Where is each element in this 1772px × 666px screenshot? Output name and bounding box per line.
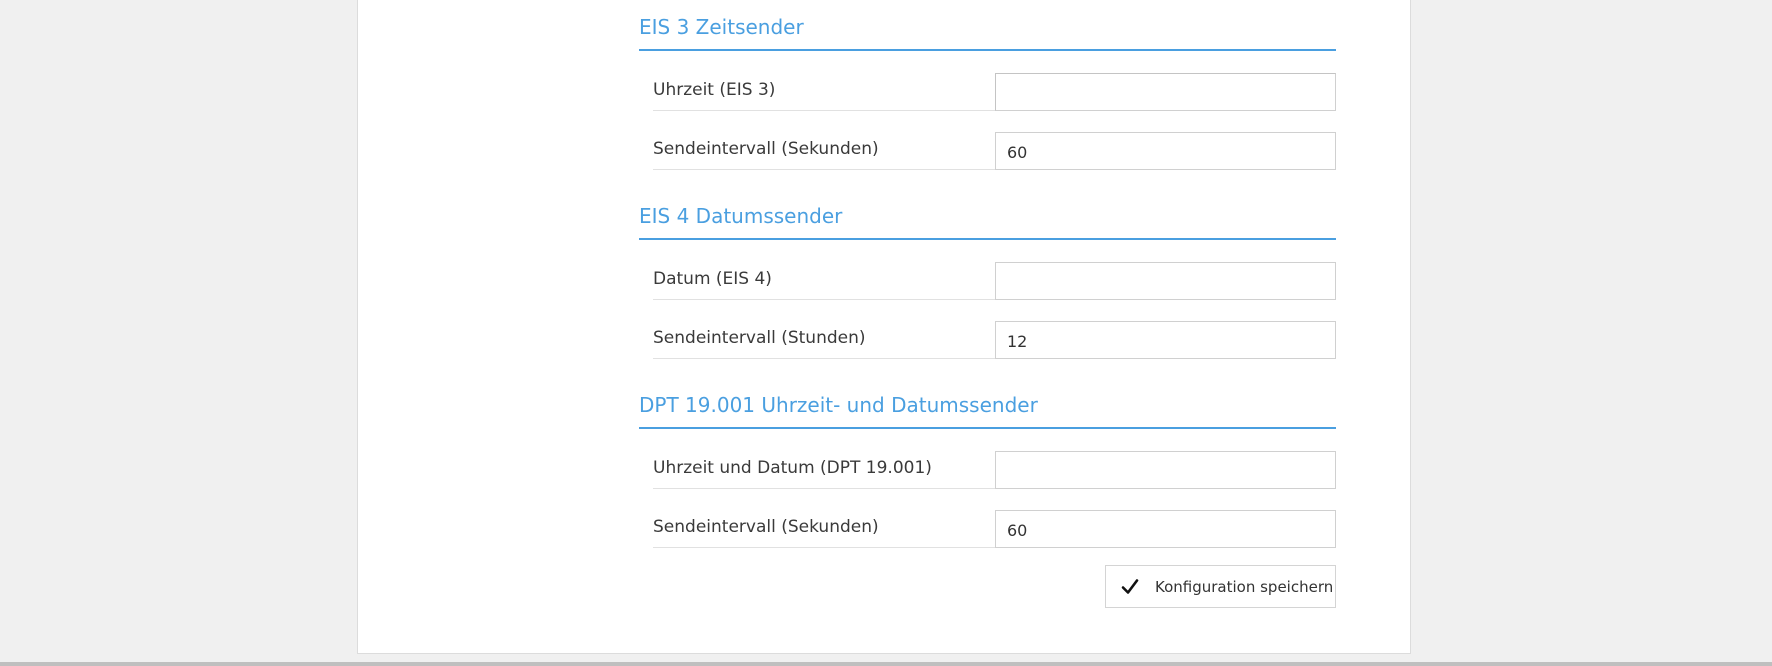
form-row-sendeintervall-sekunden-dpt: Sendeintervall (Sekunden) bbox=[653, 510, 1336, 548]
form-row-sendeintervall-stunden: Sendeintervall (Stunden) bbox=[653, 321, 1336, 359]
field-label: Uhrzeit (EIS 3) bbox=[653, 73, 995, 111]
save-button-label: Konfiguration speichern bbox=[1155, 577, 1334, 596]
section-title-eis4: EIS 4 Datumssender bbox=[639, 203, 1336, 240]
sendeintervall-sekunden-eis3-input[interactable] bbox=[995, 132, 1336, 170]
form-row-uhrzeit-datum-dpt: Uhrzeit und Datum (DPT 19.001) bbox=[653, 451, 1336, 489]
form-row-datum-eis4: Datum (EIS 4) bbox=[653, 262, 1336, 300]
field-label: Sendeintervall (Stunden) bbox=[653, 321, 995, 359]
sendeintervall-stunden-input[interactable] bbox=[995, 321, 1336, 359]
field-label: Sendeintervall (Sekunden) bbox=[653, 510, 995, 548]
field-label: Sendeintervall (Sekunden) bbox=[653, 132, 995, 170]
form-row-uhrzeit-eis3: Uhrzeit (EIS 3) bbox=[653, 73, 1336, 111]
section-title-dpt19001: DPT 19.001 Uhrzeit- und Datumssender bbox=[639, 392, 1336, 429]
sendeintervall-sekunden-dpt-input[interactable] bbox=[995, 510, 1336, 548]
uhrzeit-eis3-input[interactable] bbox=[995, 73, 1336, 111]
window-bottom-edge bbox=[0, 662, 1772, 666]
checkmark-icon bbox=[1121, 578, 1139, 594]
field-label: Datum (EIS 4) bbox=[653, 262, 995, 300]
save-configuration-button[interactable]: Konfiguration speichern bbox=[1105, 565, 1336, 608]
field-label: Uhrzeit und Datum (DPT 19.001) bbox=[653, 451, 995, 489]
uhrzeit-datum-dpt-input[interactable] bbox=[995, 451, 1336, 489]
form-row-sendeintervall-sekunden: Sendeintervall (Sekunden) bbox=[653, 132, 1336, 170]
section-title-eis3: EIS 3 Zeitsender bbox=[639, 14, 1336, 51]
datum-eis4-input[interactable] bbox=[995, 262, 1336, 300]
